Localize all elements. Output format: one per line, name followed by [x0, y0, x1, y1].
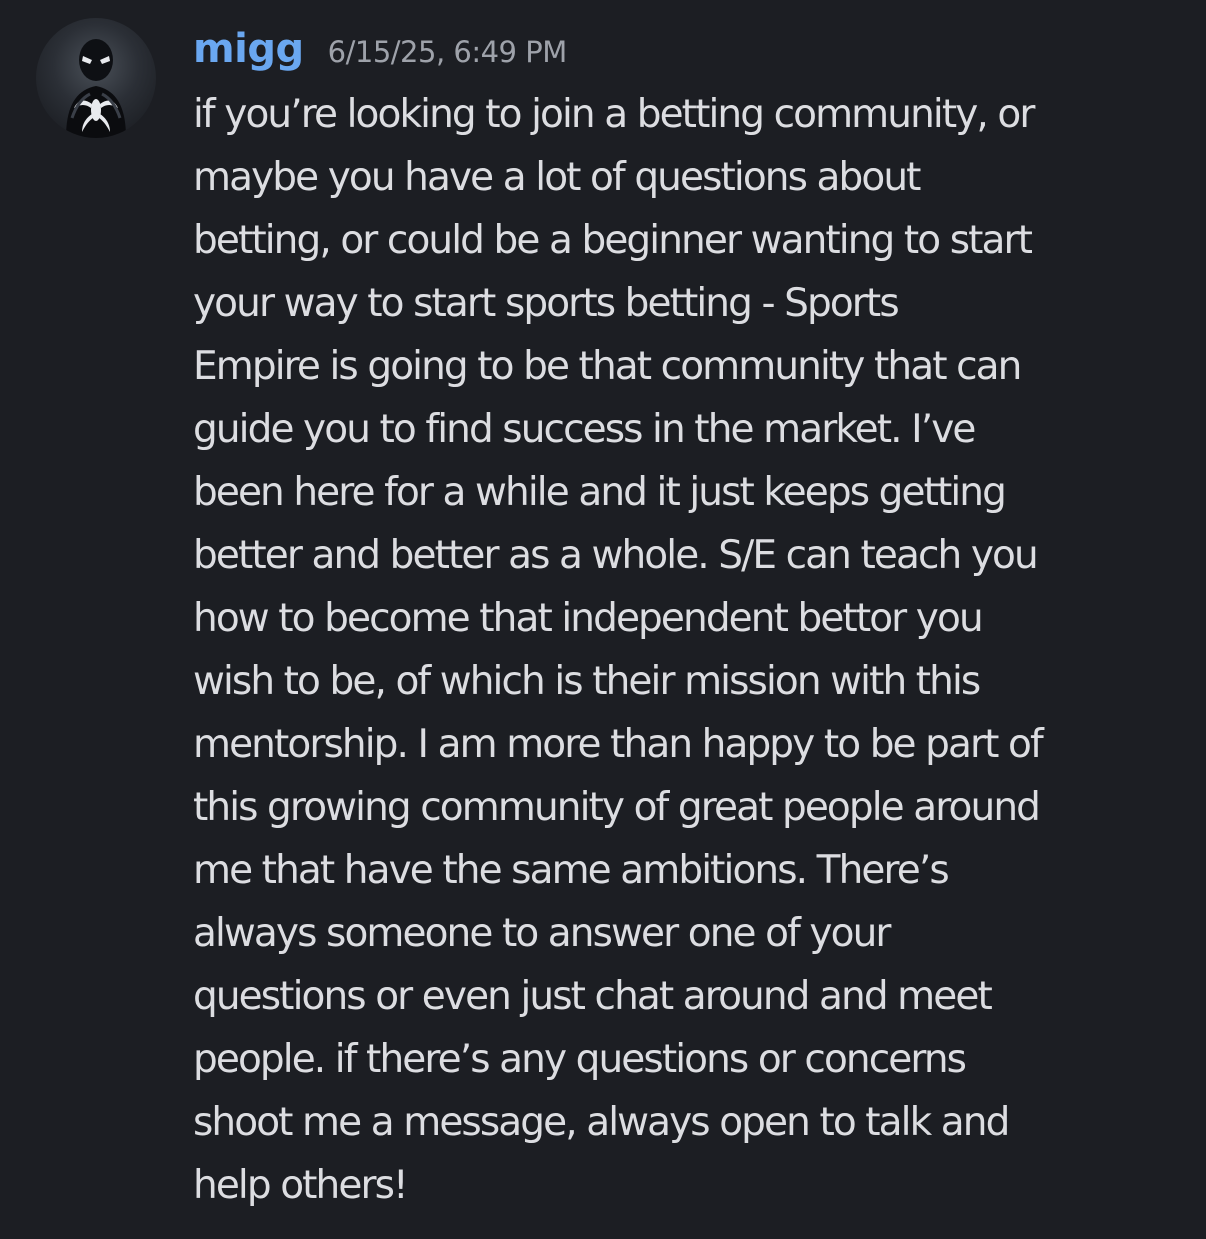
message-line: been here for a while and it just keeps … [193, 470, 1007, 515]
spider-symbiote-avatar-icon [66, 39, 126, 138]
message-line: Empire is going to be that community tha… [193, 344, 1022, 389]
message-line: better and better as a whole. S/E can te… [193, 533, 1039, 578]
message-line: your way to start sports betting - Sport… [193, 281, 900, 326]
message-line: if you’re looking to join a betting comm… [193, 92, 1035, 137]
message-line: wish to be, of which is their mission wi… [193, 659, 981, 704]
message-line: help others! [193, 1163, 409, 1208]
message-header: migg 6/15/25, 6:49 PM [193, 26, 567, 78]
message-line: this growing community of great people a… [193, 785, 1041, 830]
message-line: always someone to answer one of your [193, 911, 891, 956]
username[interactable]: migg [193, 26, 304, 72]
chat-view: migg 6/15/25, 6:49 PM if you’re looking … [0, 0, 1206, 1239]
chat-message: migg 6/15/25, 6:49 PM if you’re looking … [0, 0, 1206, 1239]
message-line: how to become that independent bettor yo… [193, 596, 984, 641]
timestamp: 6/15/25, 6:49 PM [327, 35, 568, 69]
message-line: mentorship. I am more than happy to be p… [193, 722, 1044, 767]
message-line: maybe you have a lot of questions about [193, 155, 921, 200]
message-line: questions or even just chat around and m… [193, 974, 993, 1019]
message-line: guide you to find success in the market.… [193, 407, 976, 452]
message-line: people. if there’s any questions or conc… [193, 1037, 967, 1082]
message-line: betting, or could be a beginner wanting … [193, 218, 1033, 263]
message-line: me that have the same ambitions. There’s [193, 848, 950, 893]
message-content: if you’re looking to join a betting comm… [193, 83, 1183, 1217]
message-line: shoot me a message, always open to talk … [193, 1100, 1010, 1145]
avatar[interactable] [36, 18, 156, 138]
